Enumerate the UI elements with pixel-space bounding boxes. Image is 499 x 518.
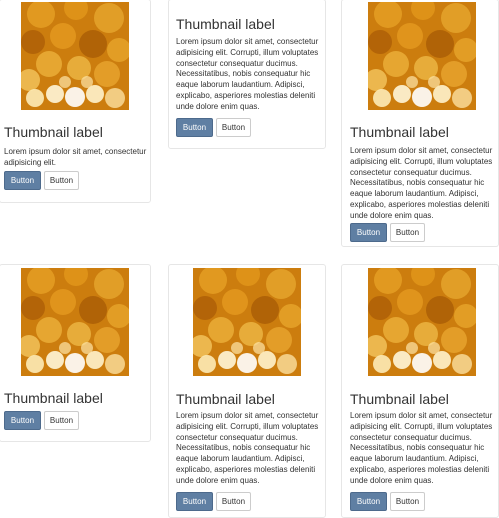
thumbnail-card-4: Thumbnail label Button Button (0, 264, 151, 442)
thumbnail-description: Lorem ipsum dolor sit amet, consectetur … (176, 37, 319, 111)
thumbnail-image (21, 2, 129, 110)
default-button[interactable]: Button (216, 492, 251, 511)
thumbnail-label: Thumbnail label (176, 16, 275, 32)
primary-button[interactable]: Button (350, 492, 387, 511)
primary-button[interactable]: Button (176, 118, 213, 137)
thumbnail-label: Thumbnail label (176, 391, 275, 407)
primary-button[interactable]: Button (4, 411, 41, 430)
thumbnail-label: Thumbnail label (4, 390, 103, 406)
thumbnail-image (21, 268, 129, 376)
thumbnail-card-3: Thumbnail label Lorem ipsum dolor sit am… (341, 0, 499, 247)
default-button[interactable]: Button (390, 492, 425, 511)
thumbnail-image (368, 2, 476, 110)
default-button[interactable]: Button (216, 118, 251, 137)
thumbnail-image (368, 268, 476, 376)
thumbnail-card-1: Thumbnail label Lorem ipsum dolor sit am… (0, 0, 151, 203)
thumbnail-description: Lorem ipsum dolor sit amet, consectetur … (176, 411, 319, 485)
thumbnail-description: Lorem ipsum dolor sit amet, consectetur … (4, 147, 147, 167)
thumbnail-description: Lorem ipsum dolor sit amet, consectetur … (350, 411, 493, 485)
thumbnail-card-2: Thumbnail label Lorem ipsum dolor sit am… (168, 0, 326, 149)
thumbnail-label: Thumbnail label (4, 124, 103, 140)
thumbnail-image (193, 268, 301, 376)
thumbnail-description: Lorem ipsum dolor sit amet, consectetur … (350, 146, 493, 220)
default-button[interactable]: Button (44, 171, 79, 190)
primary-button[interactable]: Button (350, 223, 387, 242)
primary-button[interactable]: Button (176, 492, 213, 511)
default-button[interactable]: Button (44, 411, 79, 430)
default-button[interactable]: Button (390, 223, 425, 242)
thumbnail-label: Thumbnail label (350, 124, 449, 140)
thumbnail-card-6: Thumbnail label Lorem ipsum dolor sit am… (341, 264, 499, 518)
thumbnail-card-5: Thumbnail label Lorem ipsum dolor sit am… (168, 264, 326, 518)
thumbnail-label: Thumbnail label (350, 391, 449, 407)
primary-button[interactable]: Button (4, 171, 41, 190)
